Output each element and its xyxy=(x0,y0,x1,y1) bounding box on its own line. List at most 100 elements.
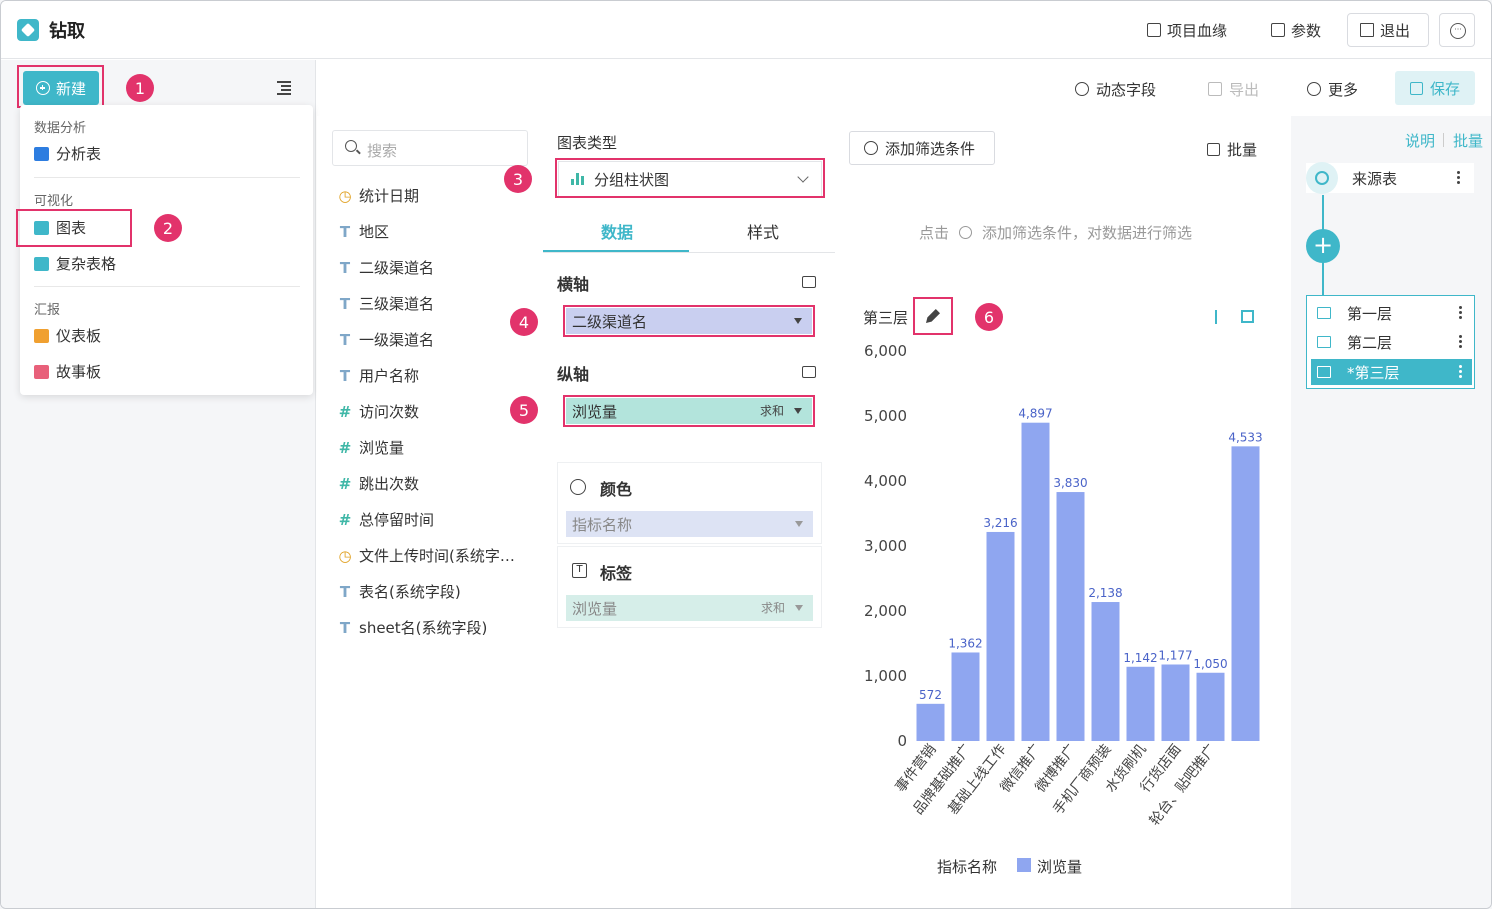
save-button[interactable]: 保存 xyxy=(1395,71,1475,105)
menu-item-storyboard[interactable]: 故事板 xyxy=(34,361,101,382)
field-item[interactable]: # 跳出次数 xyxy=(337,473,419,494)
bar-value-label: 1,142 xyxy=(1123,651,1157,665)
field-search-input[interactable]: 搜索 xyxy=(332,130,528,166)
more-vertical-icon[interactable] xyxy=(1459,365,1462,379)
field-item[interactable]: # 浏览量 xyxy=(337,437,404,458)
chart-layer-icon xyxy=(1317,307,1331,319)
chart-card: 第三层 0 1,000 2,000 3,000 4,000 5,000 6,000 572 1,… xyxy=(849,296,1275,896)
more-vertical-icon[interactable] xyxy=(1459,306,1462,320)
dynamic-field-button[interactable]: 动态字段 xyxy=(1075,77,1156,101)
save-icon xyxy=(1409,81,1423,95)
color-field-value: 指标名称 xyxy=(572,515,633,534)
collapse-menu-icon[interactable] xyxy=(277,81,291,95)
tag-label: 标签 xyxy=(600,564,633,583)
y-tick-label: 0 xyxy=(897,732,907,750)
tag-field[interactable]: 浏览量 求和 xyxy=(566,595,813,621)
field-item[interactable]: T 表名(系统字段) xyxy=(337,581,461,602)
field-item[interactable]: Tsheet名(系统字段) xyxy=(337,617,488,638)
field-item[interactable]: T 用户名称 xyxy=(337,365,419,386)
field-label: 三级渠道名 xyxy=(359,295,435,313)
color-label: 颜色 xyxy=(600,480,633,499)
bar-value-label: 572 xyxy=(919,688,942,702)
dynamic-field-icon xyxy=(1075,82,1089,96)
menu-item-dashboard-label: 仪表板 xyxy=(56,327,102,345)
number-field-icon: # xyxy=(338,510,352,529)
x-axis-settings-icon[interactable] xyxy=(802,276,816,288)
step-badge-5: 5 xyxy=(510,396,538,424)
more-button[interactable]: 更多 xyxy=(1307,77,1358,101)
field-item[interactable]: # 访问次数 xyxy=(337,401,419,422)
field-item[interactable]: T 三级渠道名 xyxy=(337,293,434,314)
target-icon xyxy=(1306,162,1338,194)
more-vertical-icon[interactable] xyxy=(1457,171,1460,185)
more-vertical-icon[interactable] xyxy=(1459,335,1462,349)
layer-item-3-active[interactable]: *第三层 xyxy=(1311,359,1472,385)
bar-chart: 0 1,000 2,000 3,000 4,000 5,000 6,000 572 1,362 3… xyxy=(864,342,1263,876)
project-lineage-label: 项目血缘 xyxy=(1167,21,1228,40)
step-badge-4: 4 xyxy=(510,308,538,336)
layer-item-1[interactable]: 第一层 xyxy=(1311,300,1472,326)
field-label: 表名(系统字段) xyxy=(359,583,461,601)
bar xyxy=(1231,446,1260,741)
field-item[interactable]: # 总停留时间 xyxy=(337,509,434,530)
app-window: 钻取 项目血缘 参数 退出 ··· 新建 1 数据分析 分析表 可视化 图表 复… xyxy=(0,0,1492,909)
step-badge-3: 3 xyxy=(504,165,532,193)
menu-item-analysis-table-label: 分析表 xyxy=(56,145,102,163)
color-card: 颜色 指标名称 xyxy=(557,462,822,544)
analysis-table-icon xyxy=(34,146,49,161)
tab-data[interactable]: 数据 xyxy=(601,219,633,243)
y-axis-label: 纵轴 xyxy=(557,365,590,384)
batch-filter-button[interactable]: 批量 xyxy=(1207,139,1257,160)
color-field[interactable]: 指标名称 xyxy=(566,511,813,537)
highlight-edit-layer xyxy=(913,297,953,335)
source-table-node[interactable]: 来源表 xyxy=(1306,162,1474,194)
step-badge-6: 6 xyxy=(975,303,1003,331)
field-item[interactable]: ◷ 文件上传时间(系统字… xyxy=(337,545,515,566)
more-label: 更多 xyxy=(1328,80,1359,99)
layer-item-2[interactable]: 第二层 xyxy=(1311,329,1472,355)
field-item[interactable]: T 二级渠道名 xyxy=(337,257,434,278)
field-item[interactable]: T 地区 xyxy=(337,221,389,242)
label-t-icon: T xyxy=(572,563,587,578)
filter-hint: 点击 添加筛选条件，对数据进行筛选 xyxy=(919,222,1192,243)
number-field-icon: # xyxy=(338,402,352,421)
bar-value-label: 3,830 xyxy=(1053,476,1087,490)
params-button[interactable]: 参数 xyxy=(1271,13,1321,47)
bar xyxy=(1161,664,1190,741)
add-layer-plus-icon[interactable]: + xyxy=(1306,229,1340,263)
tab-style[interactable]: 样式 xyxy=(747,219,779,243)
ellipsis-icon: ··· xyxy=(1450,23,1466,39)
field-item[interactable]: ◷ 统计日期 xyxy=(337,185,419,206)
explain-link[interactable]: 说明 xyxy=(1405,130,1435,151)
export-button[interactable]: 导出 xyxy=(1208,77,1259,101)
text-field-icon: T xyxy=(339,582,351,601)
legend-title: 指标名称 xyxy=(937,858,997,876)
text-field-icon: T xyxy=(339,618,351,637)
exit-button[interactable]: 退出 xyxy=(1347,13,1429,47)
add-filter-button[interactable]: 添加筛选条件 xyxy=(849,131,995,165)
filter-area[interactable]: 点击 添加筛选条件，对数据进行筛选 xyxy=(849,176,1275,286)
step-badge-1: 1 xyxy=(126,74,154,102)
complex-table-icon xyxy=(34,256,49,271)
project-lineage-button[interactable]: 项目血缘 xyxy=(1147,13,1227,47)
menu-item-dashboard[interactable]: 仪表板 xyxy=(34,325,101,346)
exit-label: 退出 xyxy=(1380,21,1411,40)
add-filter-label: 添加筛选条件 xyxy=(885,139,976,158)
menu-item-analysis-table[interactable]: 分析表 xyxy=(34,143,101,164)
field-label: 地区 xyxy=(359,223,390,241)
bar-value-label: 1,177 xyxy=(1158,648,1192,662)
plus-circle-icon xyxy=(959,226,973,239)
menu-item-complex-table[interactable]: 复杂表格 xyxy=(34,253,116,274)
more-options-button[interactable]: ··· xyxy=(1439,13,1475,47)
field-item[interactable]: T 一级渠道名 xyxy=(337,329,434,350)
exit-icon xyxy=(1360,23,1374,37)
field-label: 文件上传时间(系统字… xyxy=(359,547,515,565)
y-tick-label: 1,000 xyxy=(864,667,907,685)
highlight-new-button xyxy=(17,65,104,108)
bar xyxy=(1021,422,1050,741)
date-field-icon: ◷ xyxy=(338,546,352,565)
page-title: 钻取 xyxy=(49,21,85,42)
bar xyxy=(1126,666,1155,741)
batch-link[interactable]: 批量 xyxy=(1453,130,1483,151)
y-axis-settings-icon[interactable] xyxy=(802,366,816,378)
